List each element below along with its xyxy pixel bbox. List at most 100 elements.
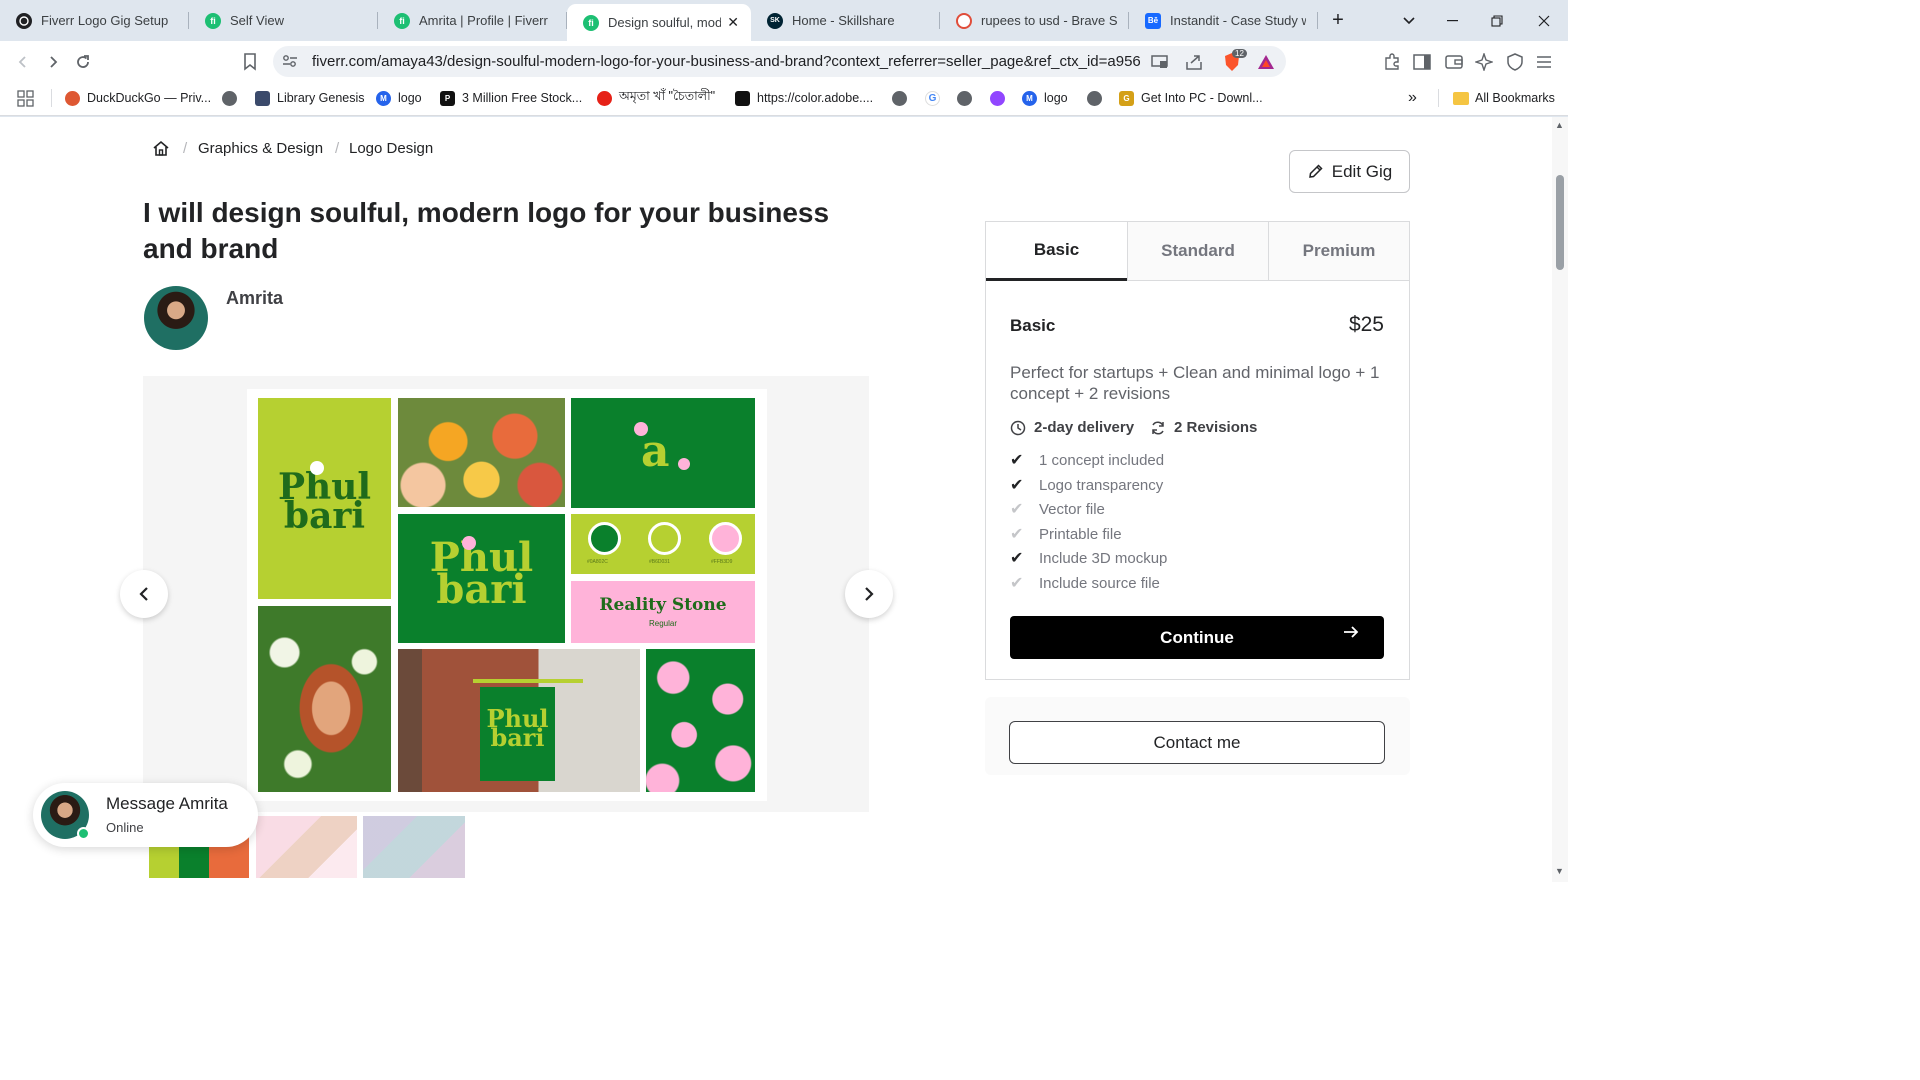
font-weight-text: Regular (648, 619, 677, 628)
home-icon[interactable] (152, 140, 170, 157)
font-sample-text: Reality Stone (599, 595, 727, 615)
feature-item: ✔ Include source file (1010, 573, 1160, 593)
vpn-icon[interactable] (1501, 48, 1529, 76)
gallery-thumbnail[interactable] (256, 816, 357, 878)
behance-icon: Bē (1145, 12, 1161, 29)
restore-icon[interactable] (1474, 0, 1520, 41)
check-icon: ✔ (1010, 550, 1024, 567)
menu-icon[interactable] (1530, 48, 1558, 76)
scroll-up-icon[interactable]: ▲ (1555, 120, 1564, 130)
gig-title: I will design soulful, modern logo for y… (143, 197, 830, 264)
check-icon: ✔ (1010, 477, 1024, 494)
bookmark-label: 3 Million Free Stock... (462, 91, 583, 105)
all-bookmarks-button[interactable]: All Bookmarks (1453, 89, 1555, 107)
bookmark-item[interactable]: G (925, 89, 947, 107)
bookmark-item[interactable]: Mlogo (1022, 89, 1068, 107)
swatch-2 (709, 522, 742, 555)
bookmark-item[interactable]: DuckDuckGo — Priv... (65, 89, 211, 107)
new-tab-icon[interactable]: + (1315, 0, 1361, 41)
bookmark-item[interactable] (957, 89, 979, 107)
chevron-left-icon (138, 586, 150, 602)
reload-icon[interactable] (69, 48, 97, 76)
extensions-icon[interactable] (1378, 48, 1406, 76)
more-bookmarks-icon[interactable]: » (1408, 89, 1417, 107)
bookmark-label: logo (398, 91, 422, 105)
seller-name[interactable]: Amrita (226, 288, 283, 309)
scrollbar-thumb[interactable] (1556, 175, 1564, 270)
getintopc-icon: G (1119, 90, 1134, 106)
bookmark-item[interactable] (990, 89, 1012, 107)
tab-title: Design soulful, mode (608, 15, 722, 30)
gallery-prev-button[interactable] (120, 570, 168, 618)
signboard-photo: Phul bari (398, 649, 640, 792)
bookmark-item[interactable] (892, 89, 914, 107)
cast-icon[interactable] (1146, 48, 1174, 76)
leo-ai-icon[interactable] (1470, 48, 1498, 76)
breadcrumb-graphics-design[interactable]: Graphics & Design (198, 140, 323, 157)
browser-tab[interactable]: rupees to usd - Brave Sea (940, 0, 1129, 41)
breadcrumb-logo-design[interactable]: Logo Design (349, 140, 433, 157)
bookmark-item[interactable]: অমৃতা খাঁ "চৈতালী" (597, 89, 715, 107)
browser-tab-active[interactable]: fi Design soulful, mode ✕ (567, 4, 751, 41)
browser-tab[interactable]: SK Home - Skillshare (751, 0, 940, 41)
check-icon: ✔ (1010, 501, 1024, 518)
libgen-icon (255, 90, 270, 106)
edit-gig-button[interactable]: Edit Gig (1289, 150, 1410, 193)
model-photo (258, 606, 391, 792)
apps-icon[interactable] (17, 89, 34, 107)
bookmark-item[interactable]: Mlogo (376, 89, 422, 107)
tab-basic[interactable]: Basic (986, 222, 1127, 281)
tab-standard[interactable]: Standard (1127, 222, 1268, 281)
browser-tab[interactable]: fi Amrita | Profile | Fiverr (378, 0, 567, 41)
seller-avatar[interactable] (144, 286, 208, 350)
tab-title: rupees to usd - Brave Sea (981, 13, 1117, 28)
online-status-dot (77, 827, 90, 840)
sidebar-icon[interactable] (1408, 48, 1436, 76)
minimize-icon[interactable] (1429, 0, 1475, 41)
browser-tab[interactable]: Bē Instandit - Case Study wit (1129, 0, 1318, 41)
gallery-thumbnail[interactable] (363, 816, 465, 878)
google-icon: G (925, 90, 940, 106)
bookmark-item[interactable]: G Get Into PC - Downl... (1119, 89, 1263, 107)
bookmark-item[interactable] (222, 89, 244, 107)
back-icon[interactable] (9, 48, 37, 76)
continue-button[interactable]: Continue (1010, 616, 1384, 659)
revisions-count: 2 Revisions (1150, 419, 1257, 436)
url-text[interactable]: fiverr.com/amaya43/design-soulful-modern… (312, 53, 1140, 70)
bookmark-item[interactable]: P 3 Million Free Stock... (440, 89, 582, 107)
package-price: $25 (1348, 313, 1384, 336)
tab-title: Amrita | Profile | Fiverr (419, 13, 548, 28)
brand-poster-tile: Phul bari (258, 398, 391, 599)
browser-tab[interactable]: fi Self View (189, 0, 378, 41)
globe-icon (892, 90, 907, 106)
chevron-right-icon (863, 586, 875, 602)
wallet-icon[interactable] (1440, 48, 1468, 76)
tab-title: Home - Skillshare (792, 13, 895, 28)
bookmark-item[interactable]: https://color.adobe.... (735, 89, 873, 107)
gallery-next-button[interactable] (845, 570, 893, 618)
feature-label: Logo transparency (1039, 476, 1164, 494)
close-tab-icon[interactable]: ✕ (727, 14, 739, 31)
contact-me-button[interactable]: Contact me (1009, 721, 1385, 764)
scroll-down-icon[interactable]: ▼ (1555, 866, 1564, 876)
shields-badge: 12 (1232, 49, 1247, 58)
feature-label: Include source file (1039, 574, 1160, 592)
bookmark-page-icon[interactable] (236, 48, 264, 76)
folder-icon (1453, 91, 1469, 105)
check-icon: ✔ (1010, 452, 1024, 469)
tab-premium[interactable]: Premium (1268, 222, 1409, 281)
forward-icon[interactable] (39, 48, 67, 76)
bookmark-item[interactable]: Library Genesis (255, 89, 365, 107)
site-settings-icon[interactable] (276, 47, 304, 75)
brave-rewards-icon[interactable] (1252, 48, 1280, 76)
revisions-label: 2 Revisions (1174, 419, 1258, 436)
share-icon[interactable] (1180, 48, 1208, 76)
tab-title: Instandit - Case Study wit (1170, 13, 1306, 28)
bookmark-item[interactable] (1087, 89, 1109, 107)
browser-tab[interactable]: Fiverr Logo Gig Setup (0, 0, 189, 41)
tab-search-icon[interactable] (1386, 0, 1432, 41)
feature-item: ✔ 1 concept included (1010, 450, 1164, 470)
gallery-image[interactable]: Phul bari a Phul bari #0A802C #B6D031 #F… (247, 389, 767, 801)
globe-icon (1087, 90, 1102, 106)
close-window-icon[interactable] (1521, 0, 1567, 41)
